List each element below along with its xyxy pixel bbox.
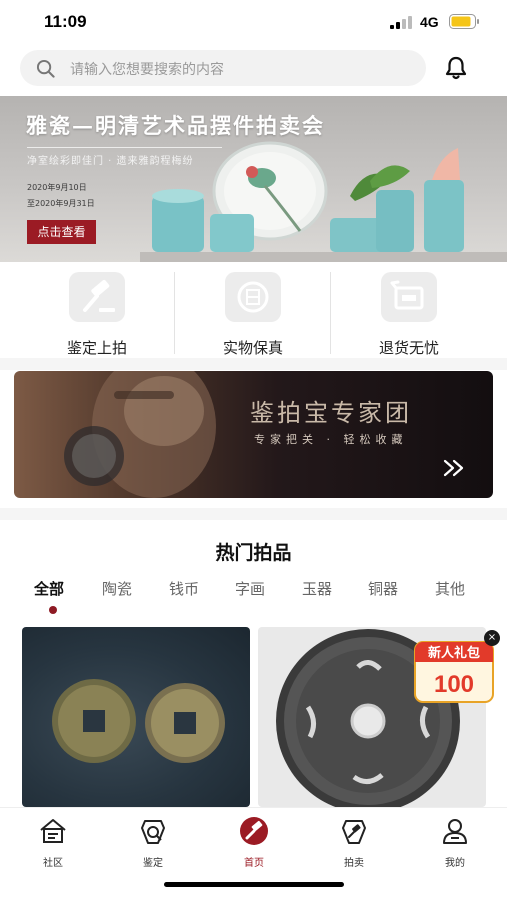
bell-icon[interactable] [443,55,469,81]
expert-slogan: 专家把关 · 轻松收藏 [254,433,408,446]
tab-mine[interactable]: 我的 [425,816,485,870]
status-time: 11:09 [44,12,87,31]
profile-icon [443,819,467,844]
auction-icon [342,820,366,844]
feature-appraise-listing[interactable]: 鉴定上拍 [32,270,162,357]
signal-icon [390,16,412,29]
tab-label: 鉴定 [143,858,163,869]
feature-return[interactable]: 退货无忧 [344,270,474,357]
tab-other[interactable]: 其他 [435,578,465,599]
tab-all[interactable]: 全部 [34,578,64,599]
tab-label: 我的 [445,858,465,869]
lot-card[interactable] [22,627,250,807]
tab-label: 首页 [244,858,264,869]
banner-divider [27,147,222,148]
banner-title: 雅瓷—明清艺术品摆件拍卖会 [26,113,325,138]
status-bar: 11:09 4G [0,0,507,44]
close-icon[interactable]: × [484,630,500,646]
tab-label: 拍卖 [344,858,364,869]
tab-label: 社区 [43,858,63,869]
lot-image-coins [52,679,225,763]
appraise-icon [141,820,165,844]
promo-amount: 100 [434,671,474,698]
tab-home[interactable]: 首页 [224,816,284,870]
newcomer-gift-badge[interactable]: 新人礼包 100 [413,640,495,704]
search-input[interactable]: 请输入您想要搜索的内容 [70,59,224,79]
banner-subtitle: 净室绘彩即佳门 · 遗来雅韵程梅纷 [27,156,194,167]
tab-community[interactable]: 社区 [23,816,83,870]
tab-ceramics[interactable]: 陶瓷 [102,578,132,599]
gavel-icon [69,272,125,322]
authentic-badge-icon [225,272,281,322]
hot-lots-title: 热门拍品 [215,542,292,564]
expert-team-banner[interactable]: 鉴拍宝专家团 专家把关 · 轻松收藏 [14,371,493,498]
tab-calligraphy[interactable]: 字画 [235,578,265,599]
divider [330,272,331,354]
expert-photo [64,371,216,498]
category-tabs: 全部 陶瓷 钱币 字画 玉器 铜器 其他 [20,578,490,618]
tab-auction[interactable]: 拍卖 [324,816,384,870]
active-tab-indicator [49,606,57,614]
feature-label: 鉴定上拍 [66,339,127,357]
return-icon [381,272,437,322]
tab-coins[interactable]: 钱币 [169,578,199,599]
feature-label: 实物保真 [222,339,283,357]
battery-icon [449,14,479,29]
tab-jade[interactable]: 玉器 [302,578,332,599]
section-gap [0,358,507,370]
community-icon [40,819,66,843]
auction-banner[interactable]: 雅瓷—明清艺术品摆件拍卖会 净室绘彩即佳门 · 遗来雅韵程梅纷 2020年9月1… [0,96,507,262]
feature-label: 退货无忧 [378,339,439,357]
expert-title: 鉴拍宝专家团 [250,399,412,427]
porcelain-artwork [140,141,507,262]
divider [174,272,175,354]
app-screen: 11:09 4G 请输入您想要搜索的内容 雅瓷—明清艺术品摆件拍卖会 净室绘彩即… [0,0,507,900]
tab-bronze[interactable]: 铜器 [368,578,398,599]
tab-appraise[interactable]: 鉴定 [123,816,183,870]
banner-date-start: 2020年9月10日 [27,183,87,192]
promo-title: 新人礼包 [428,645,480,661]
section-gap [0,508,507,520]
feature-row: 鉴定上拍 实物保真 退货无忧 [0,262,507,358]
network-type: 4G [420,14,439,30]
home-gavel-icon [240,817,268,845]
double-chevron-right-icon[interactable] [442,459,466,477]
home-indicator[interactable] [164,882,344,887]
search-bar[interactable]: 请输入您想要搜索的内容 [20,50,426,86]
banner-date-end: 至2020年9月31日 [27,199,95,208]
feature-authentic[interactable]: 实物保真 [188,270,318,357]
search-icon [36,59,55,78]
banner-view-button[interactable]: 点击查看 [27,220,96,244]
